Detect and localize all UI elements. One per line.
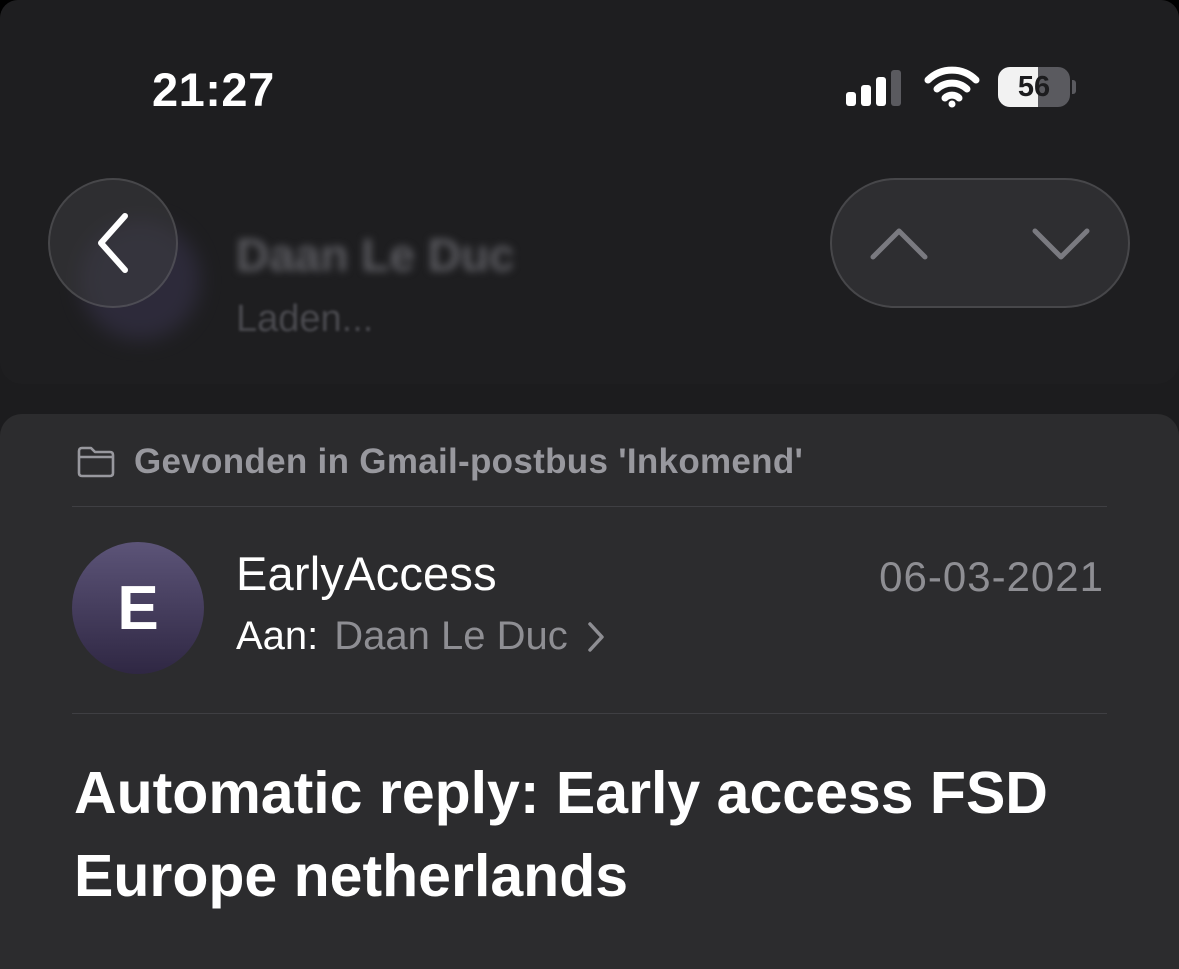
message-subject: Automatic reply: Early access FSD Europe… <box>74 760 1048 909</box>
folder-icon <box>77 446 115 478</box>
battery-indicator: 56 <box>998 67 1076 107</box>
chevron-left-icon <box>98 213 128 273</box>
battery-icon: 56 <box>998 67 1070 107</box>
found-in-label: Gevonden in Gmail-postbus 'Inkomend' <box>134 442 804 481</box>
found-in-mailbox: Gevonden in Gmail-postbus 'Inkomend' <box>76 442 803 482</box>
wifi-icon <box>924 66 980 108</box>
chevron-right-icon <box>588 621 604 652</box>
sender-avatar[interactable]: E <box>72 542 204 674</box>
contact-name-blurred: Daan Le Duc <box>236 229 515 281</box>
recipient-row[interactable]: Aan: Daan Le Duc <box>236 614 606 659</box>
recipient-name[interactable]: Daan Le Duc <box>334 614 567 659</box>
divider <box>72 713 1107 714</box>
chevron-up-icon <box>870 228 928 260</box>
next-message-button[interactable] <box>1016 198 1106 288</box>
battery-nub <box>1072 80 1076 94</box>
mail-screen: Daan Le Duc Laden... 21:27 56 Gevonden i… <box>0 0 1179 969</box>
previous-message-button[interactable] <box>854 198 944 288</box>
contact-status: Laden... <box>236 298 374 340</box>
status-time: 21:27 <box>152 63 275 116</box>
cellular-signal-icon <box>846 70 901 106</box>
back-button[interactable] <box>48 178 178 308</box>
message-date: 06-03-2021 <box>879 553 1104 600</box>
to-label: Aan: <box>236 614 319 658</box>
sender-name[interactable]: EarlyAccess <box>236 546 497 601</box>
chevron-down-icon <box>1032 228 1090 260</box>
message-navigation <box>830 178 1130 308</box>
header-panel: Daan Le Duc Laden... <box>0 0 1179 384</box>
divider <box>72 506 1107 507</box>
battery-percentage: 56 <box>1017 71 1051 103</box>
